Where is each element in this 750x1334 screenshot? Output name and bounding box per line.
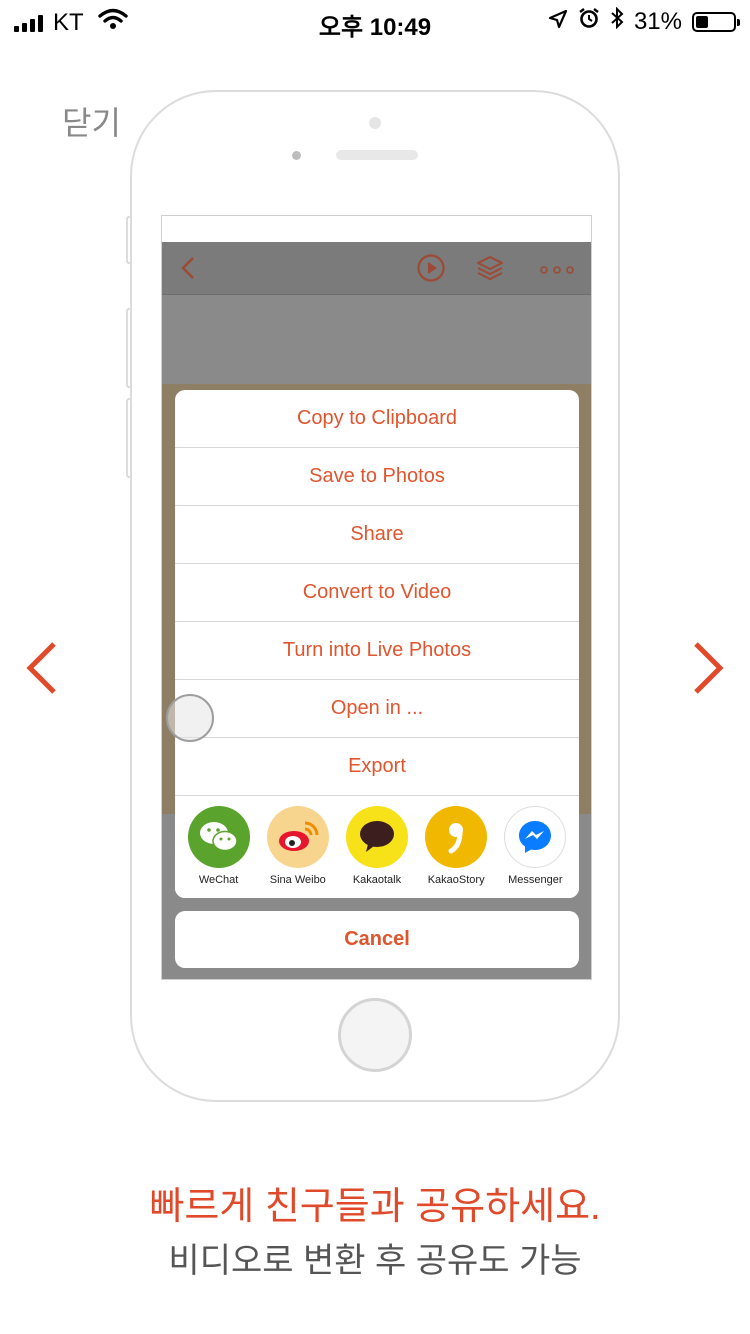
share-target-label: WeChat	[198, 874, 239, 886]
share-target-kakaotalk[interactable]: Kakaotalk	[339, 796, 415, 898]
touch-indicator	[166, 694, 214, 742]
bluetooth-icon	[610, 6, 624, 36]
battery-percent: 31%	[633, 7, 682, 35]
play-icon[interactable]	[416, 253, 446, 288]
copy-to-clipboard-button[interactable]: Copy to Clipboard	[175, 390, 579, 448]
app-toolbar	[162, 242, 591, 295]
cancel-button[interactable]: Cancel	[175, 911, 579, 968]
convert-to-video-button[interactable]: Convert to Video	[175, 564, 579, 622]
kakaotalk-icon	[345, 806, 408, 868]
chevron-left-icon[interactable]	[22, 640, 62, 696]
phone-screen: Copy to Clipboard Save to Photos Share C…	[161, 215, 592, 980]
save-to-photos-button[interactable]: Save to Photos	[175, 448, 579, 506]
share-target-label: KakaoStory	[427, 874, 485, 886]
more-icon[interactable]	[540, 262, 574, 280]
share-target-label: Kakaotalk	[352, 874, 402, 886]
front-camera	[292, 151, 301, 160]
export-button[interactable]: Export	[175, 738, 579, 796]
battery-icon	[692, 11, 740, 32]
share-target-label: Sina Weibo	[269, 874, 326, 886]
back-chevron-icon[interactable]	[180, 256, 196, 285]
headline-caption: 빠르게 친구들과 공유하세요.	[149, 1186, 601, 1228]
messenger-icon	[504, 806, 567, 868]
share-target-kakaostory[interactable]: KakaoStory	[418, 796, 494, 898]
share-button[interactable]: Share	[175, 506, 579, 564]
earpiece-speaker	[336, 150, 418, 160]
action-sheet: Copy to Clipboard Save to Photos Share C…	[175, 390, 579, 898]
share-target-messenger[interactable]: Messenger	[497, 796, 573, 898]
status-bar: KT 오후 10:49 31%	[0, 0, 750, 41]
open-in-button[interactable]: Open in ...	[175, 680, 579, 738]
layers-icon[interactable]	[475, 253, 505, 288]
weibo-icon	[266, 806, 329, 868]
proximity-sensor	[369, 117, 381, 129]
home-button	[338, 998, 412, 1072]
share-target-weibo[interactable]: Sina Weibo	[260, 796, 336, 898]
close-button[interactable]: 닫기	[62, 98, 121, 144]
wechat-icon	[187, 806, 250, 868]
chevron-right-icon[interactable]	[688, 640, 728, 696]
location-icon	[548, 8, 568, 36]
share-target-label: Messenger	[508, 874, 563, 886]
kakaostory-icon	[425, 806, 488, 868]
subline-caption: 비디오로 변환 후 공유도 가능	[168, 1242, 582, 1280]
share-targets-row: WeChat Sina Weibo Kakaotalk KakaoStory M…	[175, 796, 579, 898]
alarm-icon	[578, 7, 600, 36]
turn-into-live-photos-button[interactable]: Turn into Live Photos	[175, 622, 579, 680]
share-target-wechat[interactable]: WeChat	[181, 796, 257, 898]
